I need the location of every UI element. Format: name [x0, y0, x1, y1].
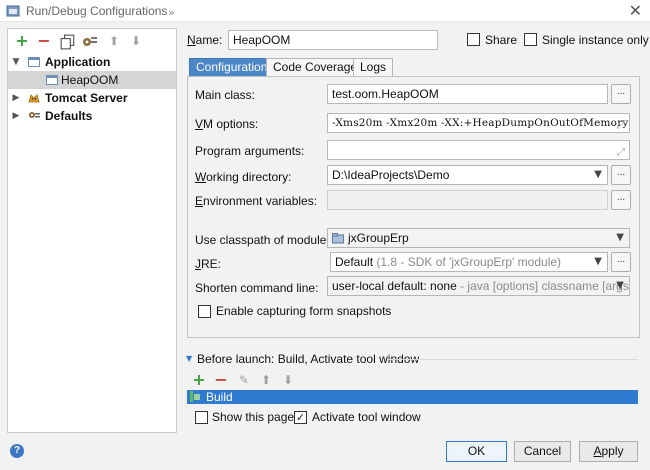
activate-tool-window-label: Activate tool window: [312, 410, 421, 424]
chevron-down-icon[interactable]: ▼: [594, 166, 602, 184]
single-instance-label: Single instance only: [542, 33, 649, 47]
chevron-down-icon[interactable]: ▼: [186, 354, 192, 363]
single-instance-checkbox[interactable]: [524, 33, 537, 46]
show-page-label: Show this page: [212, 410, 295, 424]
window-title: Run/Debug Configurations: [26, 4, 168, 18]
move-up-icon[interactable]: ⬆: [106, 33, 122, 49]
expand-icon[interactable]: ⤢: [617, 144, 625, 159]
move-down-icon[interactable]: ⬇: [280, 372, 296, 388]
chevron-right-icon[interactable]: ▶: [11, 89, 21, 107]
share-checkbox[interactable]: [467, 33, 480, 46]
module-icon: [332, 233, 344, 244]
capture-snapshots-label: Enable capturing form snapshots: [216, 304, 392, 318]
name-label: Name:: [187, 33, 223, 47]
tree-item-tomcat[interactable]: ▶ Tomcat Server: [8, 89, 176, 107]
tree-label: Tomcat Server: [45, 91, 128, 105]
tree-item-application[interactable]: ▼ Application: [8, 53, 176, 71]
copy-icon[interactable]: [60, 34, 76, 50]
jre-combo[interactable]: Default (1.8 - SDK of 'jxGroupErp' modul…: [330, 252, 608, 272]
before-launch-title: Before launch: Build, Activate tool wind…: [197, 352, 420, 366]
build-label: Build: [206, 390, 233, 404]
main-class-browse-button[interactable]: ...: [611, 84, 631, 104]
config-tree-panel: + − ⬆ ⬇ ▼ Application HeapOOM ▶ Tomcat S…: [7, 28, 177, 433]
edit-defaults-icon[interactable]: [82, 34, 98, 50]
tree-label: Application: [45, 55, 111, 69]
program-args-input[interactable]: ⤢: [327, 140, 630, 160]
collapse-panel-icon[interactable]: »: [168, 6, 175, 19]
working-dir-browse-button[interactable]: ...: [611, 165, 631, 185]
expand-icon[interactable]: ⤢: [617, 117, 625, 132]
chevron-down-icon[interactable]: ▼: [594, 253, 602, 271]
move-down-icon[interactable]: ⬇: [128, 33, 144, 49]
program-args-label: Program arguments:: [195, 144, 305, 158]
tree-label: Defaults: [45, 109, 93, 123]
jre-label: JRE:: [195, 257, 222, 271]
chevron-right-icon[interactable]: ▶: [11, 107, 21, 125]
capture-snapshots-checkbox[interactable]: [198, 305, 211, 318]
classpath-value: jxGroupErp: [348, 231, 409, 245]
jre-detail: (1.8 - SDK of 'jxGroupErp' module): [376, 255, 562, 269]
edit-task-icon[interactable]: ✎: [236, 372, 252, 388]
remove-task-icon[interactable]: −: [213, 372, 229, 388]
application-icon: [46, 75, 58, 85]
classpath-combo[interactable]: jxGroupErp ▼: [327, 228, 630, 248]
tab-logs[interactable]: Logs: [353, 58, 394, 77]
working-dir-value: D:\IdeaProjects\Demo: [332, 168, 450, 182]
tree-label: HeapOOM: [61, 73, 119, 87]
shorten-detail: - java [options] classname [args]: [460, 279, 630, 293]
tab-configuration[interactable]: Configuration: [189, 58, 275, 77]
ok-button[interactable]: OK: [446, 441, 507, 462]
activate-tool-window-checkbox[interactable]: ✓: [294, 411, 307, 424]
name-input[interactable]: HeapOOM: [228, 30, 438, 50]
shorten-label: Shorten command line:: [195, 281, 319, 295]
build-icon: [190, 391, 200, 402]
tree-item-heapoom[interactable]: HeapOOM: [8, 71, 176, 89]
main-class-label: Main class:: [195, 88, 256, 102]
chevron-down-icon[interactable]: ▼: [11, 53, 21, 71]
tab-code-coverage[interactable]: Code Coverage: [266, 58, 365, 77]
show-page-checkbox[interactable]: [195, 411, 208, 424]
application-icon: [28, 57, 40, 67]
before-launch-task-build[interactable]: Build: [187, 390, 638, 404]
help-icon[interactable]: ?: [10, 444, 24, 458]
divider: [388, 359, 638, 360]
shorten-combo[interactable]: user-local default: none - java [options…: [327, 276, 630, 296]
jre-value: Default: [335, 255, 374, 269]
tomcat-icon: [28, 94, 40, 103]
cancel-button[interactable]: Cancel: [514, 441, 571, 462]
add-icon[interactable]: +: [14, 33, 30, 49]
remove-icon[interactable]: −: [36, 33, 52, 49]
working-dir-combo[interactable]: D:\IdeaProjects\Demo ▼: [327, 165, 608, 185]
vm-options-input[interactable]: -Xms20m -Xmx20m -XX:+HeapDumpOnOutOfMemo…: [327, 113, 630, 133]
env-vars-browse-button[interactable]: ...: [611, 190, 631, 210]
tree-item-defaults[interactable]: ▶ Defaults: [8, 107, 176, 125]
close-icon[interactable]: ✕: [629, 1, 642, 20]
add-task-icon[interactable]: +: [191, 372, 207, 388]
app-icon: [6, 5, 20, 17]
vm-options-label: VM options:: [195, 117, 259, 131]
main-class-input[interactable]: test.oom.HeapOOM: [327, 84, 608, 104]
move-up-icon[interactable]: ⬆: [258, 372, 274, 388]
share-label: Share: [485, 33, 518, 47]
working-dir-label: Working directory:: [195, 170, 292, 184]
shorten-value: user-local default: none: [332, 279, 457, 293]
chevron-down-icon[interactable]: ▼: [616, 277, 624, 295]
vm-options-value: -Xms20m -Xmx20m -XX:+HeapDumpOnOutOfMemo…: [332, 117, 630, 129]
env-vars-label: Environment variables:: [195, 194, 318, 208]
env-vars-input[interactable]: [327, 190, 608, 210]
chevron-down-icon[interactable]: ▼: [616, 229, 624, 247]
title-bar: Run/Debug Configurations ✕: [0, 0, 650, 22]
apply-button[interactable]: Apply: [579, 441, 638, 462]
wrench-icon: [29, 112, 40, 118]
classpath-label: Use classpath of module:: [195, 233, 330, 247]
jre-browse-button[interactable]: ...: [611, 252, 631, 272]
